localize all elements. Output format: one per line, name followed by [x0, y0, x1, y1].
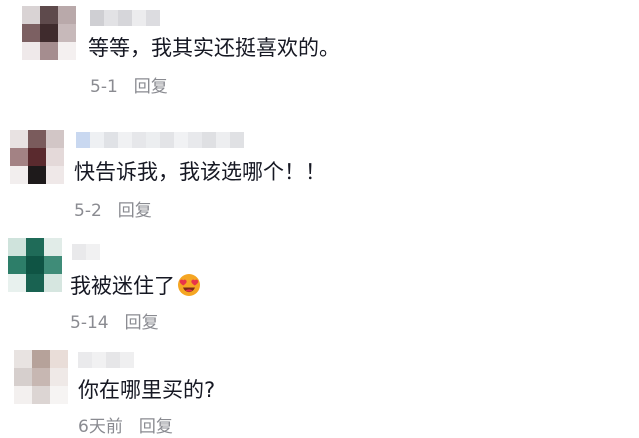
comment-date: 5-1: [90, 77, 118, 97]
comment-date: 5-14: [70, 313, 109, 333]
comment-text: 快告诉我，我该选哪个！！: [74, 160, 326, 184]
comment-date: 6天前: [78, 417, 123, 437]
avatar[interactable]: [8, 238, 62, 292]
comment-text: 你在哪里买的?: [78, 378, 216, 402]
comment-item: 我被迷住了 5-14 回复: [0, 222, 639, 340]
comment-text: 等等，我其实还挺喜欢的。: [88, 36, 340, 60]
reply-button[interactable]: 回复: [139, 416, 173, 438]
avatar[interactable]: [10, 130, 64, 184]
comment-text: 我被迷住了: [70, 274, 175, 298]
heart-eyes-emoji-icon: [178, 274, 200, 296]
username-redacted[interactable]: [78, 352, 134, 368]
username-redacted[interactable]: [76, 132, 244, 148]
avatar[interactable]: [22, 6, 76, 60]
comment-meta: 5-14 回复: [70, 312, 159, 334]
username-redacted[interactable]: [90, 10, 160, 26]
comment-item: 等等，我其实还挺喜欢的。 5-1 回复: [0, 0, 639, 110]
comment-item: 你在哪里买的? 6天前 回复: [0, 340, 639, 438]
reply-button[interactable]: 回复: [125, 312, 159, 334]
comment-meta: 5-2 回复: [74, 200, 152, 222]
comment-item: 快告诉我，我该选哪个！！ 5-2 回复: [0, 110, 639, 222]
comment-meta: 6天前 回复: [78, 416, 173, 438]
reply-button[interactable]: 回复: [134, 76, 168, 98]
comment-meta: 5-1 回复: [90, 76, 168, 98]
avatar[interactable]: [14, 350, 68, 404]
username-redacted[interactable]: [72, 244, 100, 260]
reply-button[interactable]: 回复: [118, 200, 152, 222]
comment-text-row: 我被迷住了: [70, 272, 201, 300]
comment-date: 5-2: [74, 201, 102, 221]
